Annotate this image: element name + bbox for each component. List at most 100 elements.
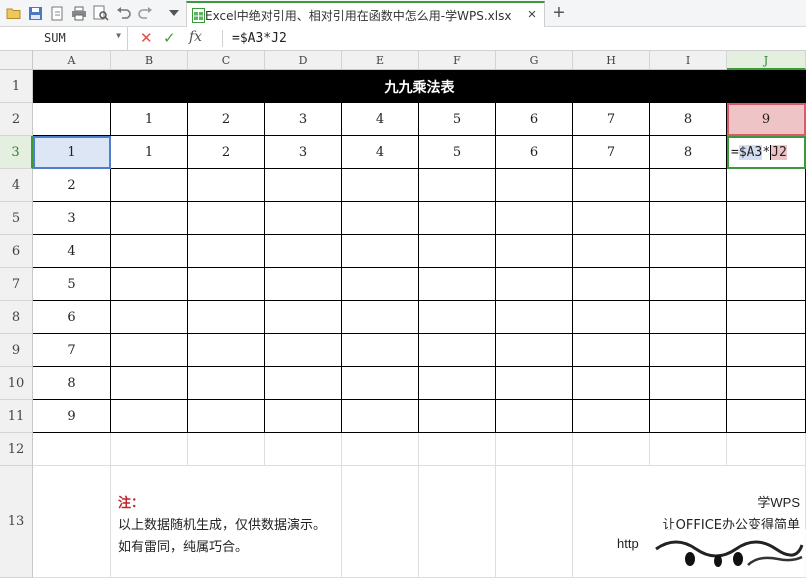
cell-d4[interactable]: [265, 169, 342, 202]
cell-h3[interactable]: 7: [573, 136, 650, 169]
cell-g12[interactable]: [496, 433, 573, 466]
cell-e3[interactable]: 4: [342, 136, 419, 169]
cell-a9[interactable]: 7: [33, 334, 111, 367]
cell-e13[interactable]: [342, 466, 419, 578]
cell-g7[interactable]: [496, 268, 573, 301]
cell-h10[interactable]: [573, 367, 650, 400]
cell-d2[interactable]: 3: [265, 103, 342, 136]
cell-f13[interactable]: [419, 466, 496, 578]
cell-b4[interactable]: [111, 169, 188, 202]
column-header-c[interactable]: C: [188, 51, 265, 70]
cell-d5[interactable]: [265, 202, 342, 235]
cell-a8[interactable]: 6: [33, 301, 111, 334]
cell-g4[interactable]: [496, 169, 573, 202]
cell-c4[interactable]: [188, 169, 265, 202]
cell-f11[interactable]: [419, 400, 496, 433]
open-folder-icon[interactable]: [5, 4, 23, 22]
cell-j12[interactable]: [727, 433, 806, 466]
cell-e11[interactable]: [342, 400, 419, 433]
redo-icon[interactable]: [136, 4, 154, 22]
cell-g6[interactable]: [496, 235, 573, 268]
cell-a13[interactable]: [33, 466, 111, 578]
formula-input[interactable]: =$A3*J2: [232, 31, 287, 46]
cell-g2[interactable]: 6: [496, 103, 573, 136]
cell-j7[interactable]: [727, 268, 806, 301]
cell-c9[interactable]: [188, 334, 265, 367]
cell-a3[interactable]: 1: [33, 136, 111, 169]
new-tab-button[interactable]: +: [549, 2, 569, 24]
undo-icon[interactable]: [114, 4, 132, 22]
cell-j2[interactable]: 9: [727, 103, 806, 136]
cell-g3[interactable]: 6: [496, 136, 573, 169]
cell-h6[interactable]: [573, 235, 650, 268]
cell-h4[interactable]: [573, 169, 650, 202]
column-header-d[interactable]: D: [265, 51, 342, 70]
cell-b8[interactable]: [111, 301, 188, 334]
row-header-5[interactable]: 5: [0, 202, 33, 235]
cell-g9[interactable]: [496, 334, 573, 367]
cell-d8[interactable]: [265, 301, 342, 334]
row-header-13[interactable]: 13: [0, 466, 33, 578]
cell-b12[interactable]: [111, 433, 188, 466]
cell-c3[interactable]: 2: [188, 136, 265, 169]
cell-b3[interactable]: 1: [111, 136, 188, 169]
cell-i5[interactable]: [650, 202, 727, 235]
cell-i6[interactable]: [650, 235, 727, 268]
cell-f3[interactable]: 5: [419, 136, 496, 169]
cell-h11[interactable]: [573, 400, 650, 433]
dropdown-arrow-icon[interactable]: [165, 4, 183, 22]
cell-i9[interactable]: [650, 334, 727, 367]
column-header-b[interactable]: B: [111, 51, 188, 70]
cell-j10[interactable]: [727, 367, 806, 400]
row-header-6[interactable]: 6: [0, 235, 33, 268]
cell-j8[interactable]: [727, 301, 806, 334]
cell-c12[interactable]: [188, 433, 265, 466]
cell-e4[interactable]: [342, 169, 419, 202]
cell-e7[interactable]: [342, 268, 419, 301]
cell-j11[interactable]: [727, 400, 806, 433]
cell-d3[interactable]: 3: [265, 136, 342, 169]
cell-e5[interactable]: [342, 202, 419, 235]
row-header-2[interactable]: 2: [0, 103, 33, 136]
cell-b5[interactable]: [111, 202, 188, 235]
cell-h13[interactable]: [573, 466, 650, 578]
cell-j5[interactable]: [727, 202, 806, 235]
cell-h12[interactable]: [573, 433, 650, 466]
name-box[interactable]: SUM ▼: [0, 27, 128, 50]
name-box-dropdown-icon[interactable]: ▼: [116, 31, 121, 40]
cell-i11[interactable]: [650, 400, 727, 433]
cell-c7[interactable]: [188, 268, 265, 301]
cell-e10[interactable]: [342, 367, 419, 400]
cell-d10[interactable]: [265, 367, 342, 400]
cell-d7[interactable]: [265, 268, 342, 301]
column-header-g[interactable]: G: [496, 51, 573, 70]
cell-b2[interactable]: 1: [111, 103, 188, 136]
select-all-corner[interactable]: [0, 51, 33, 70]
print-icon[interactable]: [70, 4, 88, 22]
cell-j6[interactable]: [727, 235, 806, 268]
cell-d12[interactable]: [265, 433, 342, 466]
cell-h9[interactable]: [573, 334, 650, 367]
cell-f2[interactable]: 5: [419, 103, 496, 136]
cell-f4[interactable]: [419, 169, 496, 202]
cell-h8[interactable]: [573, 301, 650, 334]
cell-d9[interactable]: [265, 334, 342, 367]
cell-i7[interactable]: [650, 268, 727, 301]
cell-c11[interactable]: [188, 400, 265, 433]
cell-a7[interactable]: 5: [33, 268, 111, 301]
cell-j4[interactable]: [727, 169, 806, 202]
cell-b7[interactable]: [111, 268, 188, 301]
cell-a2[interactable]: [33, 103, 111, 136]
insert-function-button[interactable]: fx: [189, 29, 202, 45]
cell-i4[interactable]: [650, 169, 727, 202]
cell-i10[interactable]: [650, 367, 727, 400]
cell-e12[interactable]: [342, 433, 419, 466]
column-header-h[interactable]: H: [573, 51, 650, 70]
cell-j9[interactable]: [727, 334, 806, 367]
row-header-7[interactable]: 7: [0, 268, 33, 301]
cell-e6[interactable]: [342, 235, 419, 268]
row-header-9[interactable]: 9: [0, 334, 33, 367]
export-icon[interactable]: [48, 4, 66, 22]
cell-e2[interactable]: 4: [342, 103, 419, 136]
cell-e9[interactable]: [342, 334, 419, 367]
